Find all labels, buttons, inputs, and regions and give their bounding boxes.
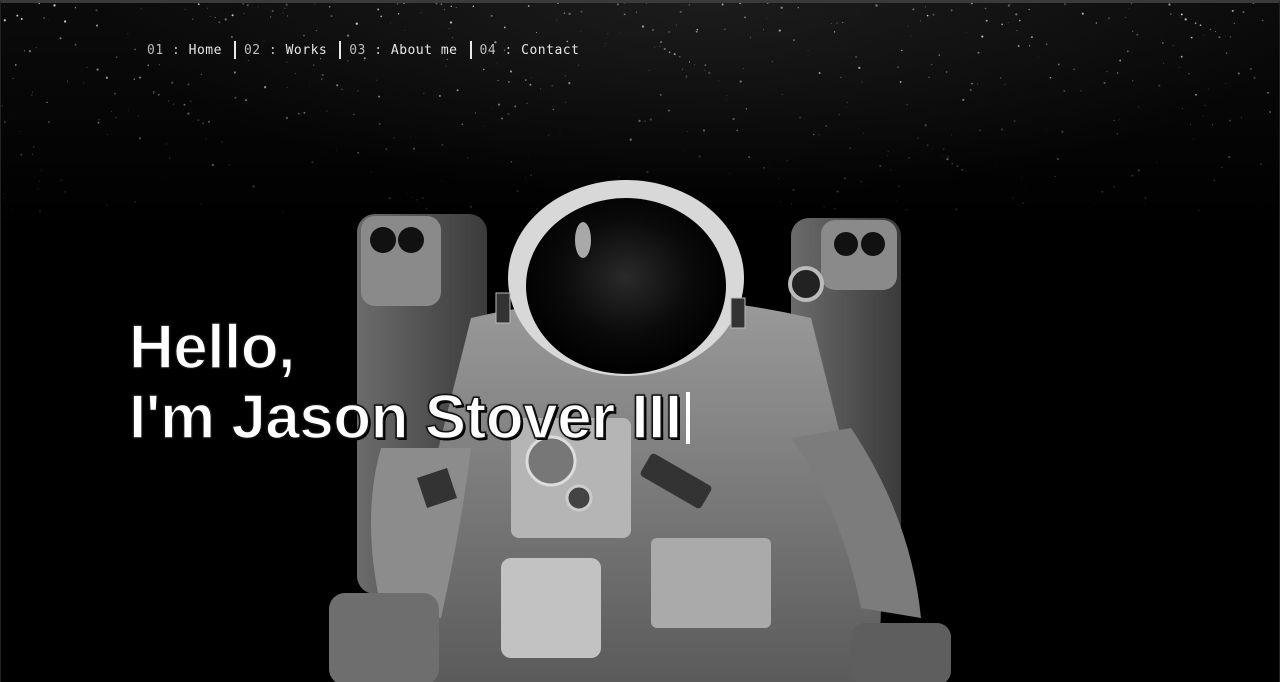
nav-item-label: Contact (521, 42, 580, 58)
hero-headline: Hello, I'm Jason Stover III (128, 312, 690, 453)
nav-item-number: 03 (349, 42, 366, 58)
nav-item-separator: : (260, 42, 286, 58)
nav-divider (233, 41, 236, 59)
nav-item-number: 04 (479, 42, 497, 58)
hero-name: I'm Jason Stover III (128, 382, 683, 453)
nav-item-separator: : (496, 42, 522, 58)
page: 01 : Home 02 : Works 03 : About me 04 : … (0, 0, 1280, 682)
nav-item-label: About me (390, 42, 458, 58)
nav-item-label: Home (188, 42, 222, 58)
nav-item-separator: : (365, 42, 391, 58)
nav-item-separator: : (163, 42, 189, 58)
main-nav: 01 : Home 02 : Works 03 : About me 04 : … (147, 41, 579, 59)
nav-item-number: 01 (147, 42, 164, 58)
typing-cursor (685, 391, 690, 444)
nav-divider (469, 41, 472, 59)
nav-item-label: Works (285, 42, 328, 58)
hero-name-line: I'm Jason Stover III (128, 382, 690, 453)
nav-item-home[interactable]: 01 : Home (147, 43, 222, 58)
nav-item-contact[interactable]: 04 : Contact (480, 43, 580, 58)
hero-greeting: Hello, (128, 312, 296, 383)
nav-item-works[interactable]: 02 : Works (244, 43, 327, 58)
nav-item-about-me[interactable]: 03 : About me (349, 43, 457, 58)
nav-item-number: 02 (243, 42, 261, 58)
nav-divider (339, 41, 342, 59)
